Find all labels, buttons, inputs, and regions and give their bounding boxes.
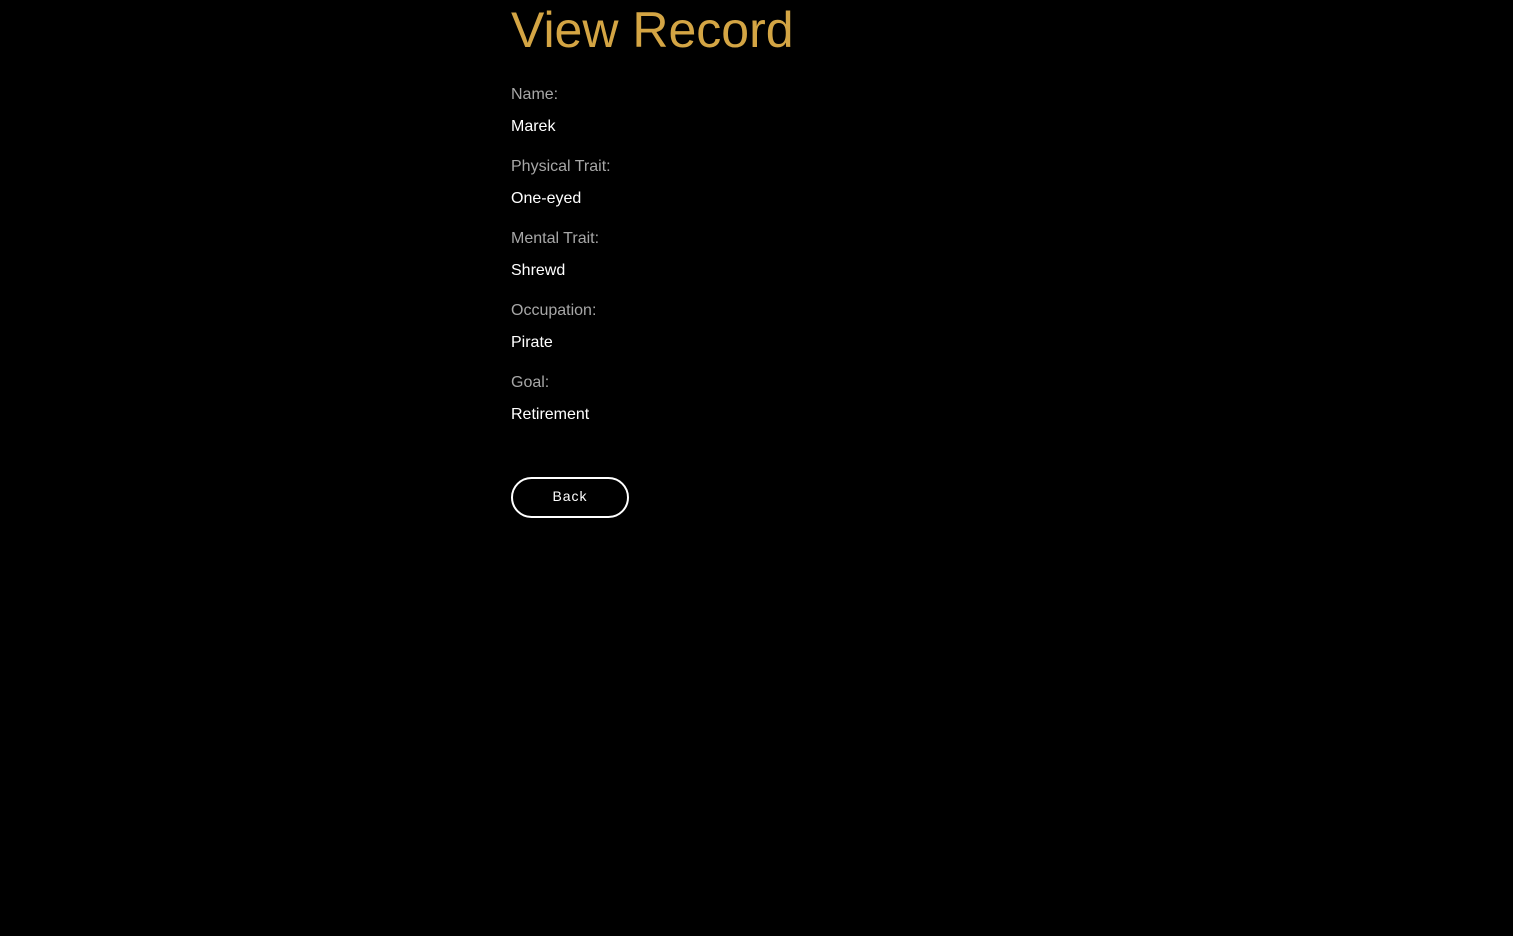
field-label-physical-trait: Physical Trait: — [511, 158, 611, 175]
field-name: Name: Marek — [511, 86, 911, 136]
field-label-occupation: Occupation: — [511, 302, 597, 319]
field-value-mental-trait: Shrewd — [511, 262, 566, 279]
field-value-name: Marek — [511, 118, 556, 135]
field-value-physical-trait: One-eyed — [511, 190, 582, 207]
field-label-goal: Goal: — [511, 374, 550, 391]
page-title: View Record — [511, 2, 794, 58]
field-label-mental-trait: Mental Trait: — [511, 230, 600, 247]
field-goal: Goal: Retirement — [511, 374, 911, 424]
field-mental-trait: Mental Trait: Shrewd — [511, 230, 911, 280]
field-occupation: Occupation: Pirate — [511, 302, 911, 352]
field-physical-trait: Physical Trait: One-eyed — [511, 158, 911, 208]
field-value-goal: Retirement — [511, 406, 590, 423]
field-label-name: Name: — [511, 86, 559, 103]
back-button[interactable]: Back — [511, 477, 629, 518]
field-value-occupation: Pirate — [511, 334, 553, 351]
